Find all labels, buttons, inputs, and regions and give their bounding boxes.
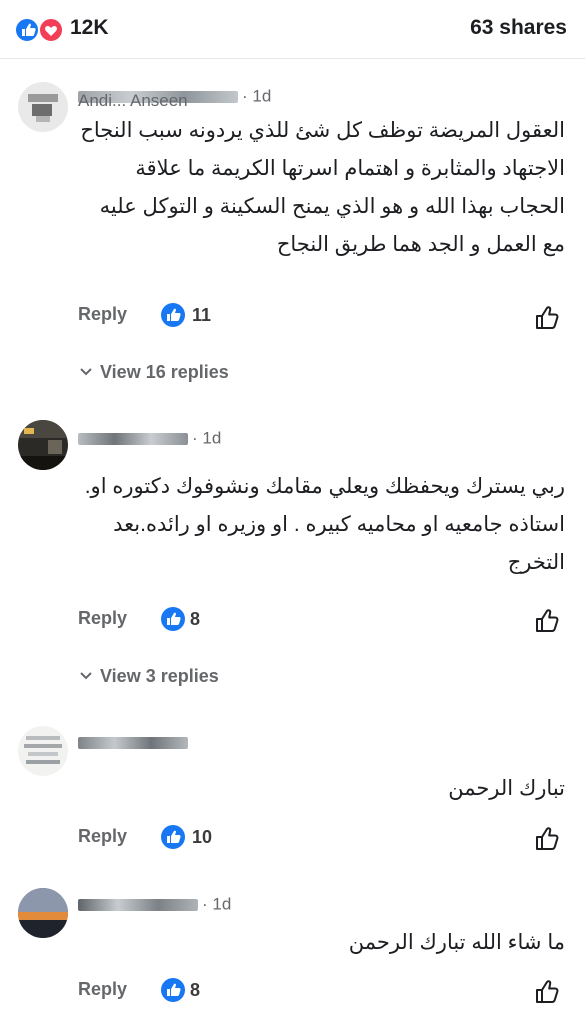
reactions-bar: 12K 63 shares: [0, 0, 585, 58]
comment-line: الحجاب بهذا الله و هو الذي يمنح السكينة …: [99, 195, 565, 218]
comment-line: ما شاء الله تبارك الرحمن: [348, 931, 565, 954]
like-count[interactable]: 8: [190, 609, 200, 630]
reply-button[interactable]: Reply: [78, 979, 127, 1000]
view-replies-button[interactable]: View 3 replies: [78, 666, 219, 687]
comment-meta: [78, 732, 192, 752]
thumbs-up-icon[interactable]: [533, 978, 561, 1006]
chevron-down-icon: [80, 672, 92, 680]
comment-meta: · 1d: [78, 428, 221, 448]
like-badge-icon: [161, 303, 185, 327]
like-count[interactable]: 8: [190, 980, 200, 1001]
love-icon: [38, 17, 64, 43]
comment-meta: · 1d: [78, 894, 231, 914]
comment-time[interactable]: · 1d: [202, 895, 231, 914]
like-icon: [14, 17, 40, 43]
comment-text: ربي يسترك ويحفظك ويعلي مقامك ونشوفوك دكت…: [85, 468, 565, 582]
view-replies-button[interactable]: View 16 replies: [78, 362, 229, 383]
reply-button[interactable]: Reply: [78, 304, 127, 325]
like-badge-icon: [161, 978, 185, 1002]
author-name[interactable]: [78, 432, 188, 445]
thumbs-up-icon[interactable]: [533, 825, 561, 853]
avatar[interactable]: [18, 420, 68, 470]
author-name[interactable]: [78, 898, 198, 911]
avatar[interactable]: [18, 82, 68, 132]
comment-time[interactable]: · 1d: [192, 429, 221, 448]
like-badge-icon: [161, 825, 185, 849]
comment-line: ربي يسترك ويحفظك ويعلي مقامك ونشوفوك دكت…: [84, 475, 565, 498]
comment-time[interactable]: · 1d: [242, 87, 271, 106]
reply-button[interactable]: Reply: [78, 608, 127, 629]
author-name[interactable]: Andi... Anseen: [78, 90, 238, 110]
comment-line: تبارك الرحمن: [448, 777, 565, 800]
comment-line: الاجتهاد والمثابرة و اهتمام اسرتها الكري…: [135, 157, 565, 180]
chevron-down-icon: [80, 368, 92, 376]
comment-line: استاذه جامعيه او محاميه كبيره . او وزيره…: [113, 513, 565, 536]
comment-line: التخرج: [507, 551, 565, 574]
comment-line: العقول المريضة توظف كل شئ للذي يردونه سب…: [80, 119, 565, 142]
author-name[interactable]: [78, 736, 188, 749]
reaction-icons[interactable]: [14, 17, 66, 43]
comment-text: العقول المريضة توظف كل شئ للذي يردونه سب…: [80, 112, 565, 264]
comment-text: تبارك الرحمن: [448, 770, 565, 808]
divider: [0, 58, 585, 59]
shares-count[interactable]: 63 shares: [470, 16, 567, 40]
reply-button[interactable]: Reply: [78, 826, 127, 847]
thumbs-up-icon[interactable]: [533, 304, 561, 332]
like-count[interactable]: 10: [192, 827, 212, 848]
avatar[interactable]: [18, 888, 68, 938]
reaction-count[interactable]: 12K: [70, 16, 109, 40]
comment-line: مع العمل و الجد هما طريق النجاح: [276, 233, 565, 256]
comment-meta: Andi... Anseen · 1d: [78, 86, 271, 110]
view-replies-label: View 16 replies: [100, 362, 229, 382]
avatar[interactable]: [18, 726, 68, 776]
like-badge-icon: [161, 607, 185, 631]
like-count[interactable]: 11: [192, 305, 211, 326]
comment-text: ما شاء الله تبارك الرحمن: [349, 924, 565, 962]
view-replies-label: View 3 replies: [100, 666, 219, 686]
thumbs-up-icon[interactable]: [533, 607, 561, 635]
